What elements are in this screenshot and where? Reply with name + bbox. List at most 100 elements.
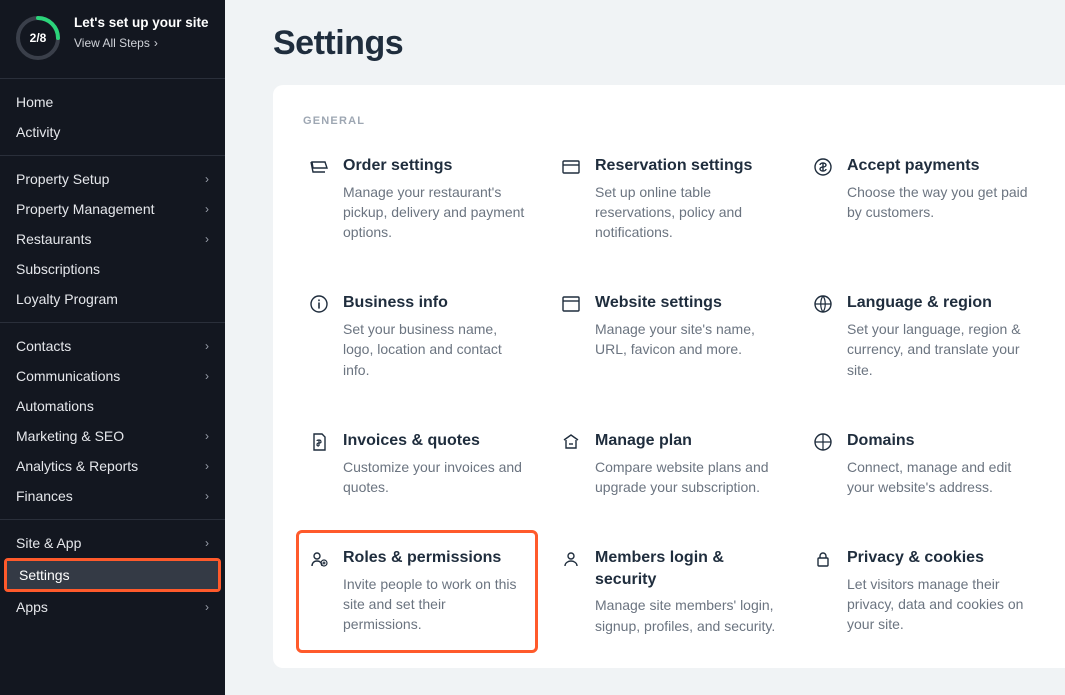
chevron-right-icon: › [205, 489, 209, 503]
tile-members[interactable]: Members login & security Manage site mem… [555, 539, 783, 644]
sidebar-item-label: Property Management [16, 201, 155, 217]
sidebar-item-marketing-seo[interactable]: Marketing & SEO › [0, 421, 225, 451]
tile-invoices[interactable]: Invoices & quotes Customize your invoice… [303, 422, 531, 505]
chevron-right-icon: › [205, 202, 209, 216]
plan-icon [561, 432, 581, 452]
main-content: Settings GENERAL Order settings Manage y… [225, 0, 1065, 695]
members-icon [561, 549, 581, 569]
sidebar-item-automations[interactable]: Automations [0, 391, 225, 421]
settings-card: GENERAL Order settings Manage your resta… [273, 85, 1065, 668]
tile-desc: Invite people to work on this site and s… [343, 574, 525, 635]
sidebar-item-label: Activity [16, 124, 60, 140]
chevron-right-icon: › [154, 36, 158, 50]
sidebar-item-communications[interactable]: Communications › [0, 361, 225, 391]
sidebar-item-property-setup[interactable]: Property Setup › [0, 164, 225, 194]
section-label: GENERAL [303, 115, 1035, 127]
settings-highlight: Settings [4, 558, 221, 592]
privacy-icon [813, 549, 833, 569]
sidebar-item-label: Site & App [16, 535, 81, 551]
language-icon [813, 294, 833, 314]
tile-info[interactable]: Business info Set your business name, lo… [303, 284, 531, 387]
tile-roles[interactable]: Roles & permissions Invite people to wor… [296, 530, 538, 653]
tile-privacy[interactable]: Privacy & cookies Let visitors manage th… [807, 539, 1035, 644]
sidebar-item-loyalty-program[interactable]: Loyalty Program [0, 284, 225, 314]
sidebar-divider [0, 155, 225, 156]
tile-order[interactable]: Order settings Manage your restaurant's … [303, 147, 531, 250]
sidebar-item-label: Home [16, 94, 53, 110]
order-icon [309, 157, 329, 177]
sidebar-item-restaurants[interactable]: Restaurants › [0, 224, 225, 254]
tile-plan[interactable]: Manage plan Compare website plans and up… [555, 422, 783, 505]
reservation-icon [561, 157, 581, 177]
sidebar-item-label: Subscriptions [16, 261, 100, 277]
sidebar-item-settings[interactable]: Settings [7, 561, 218, 589]
chevron-right-icon: › [205, 536, 209, 550]
tile-website[interactable]: Website settings Manage your site's name… [555, 284, 783, 387]
roles-icon [309, 549, 329, 569]
tile-desc: Manage site members' login, signup, prof… [595, 595, 777, 636]
view-all-steps-label: View All Steps [74, 36, 150, 50]
sidebar: 2/8 Let's set up your site View All Step… [0, 0, 225, 695]
chevron-right-icon: › [205, 232, 209, 246]
chevron-right-icon: › [205, 429, 209, 443]
sidebar-item-label: Finances [16, 488, 73, 504]
tile-title: Accept payments [847, 155, 1029, 177]
info-icon [309, 294, 329, 314]
tile-title: Privacy & cookies [847, 547, 1029, 569]
invoices-icon [309, 432, 329, 452]
sidebar-item-property-management[interactable]: Property Management › [0, 194, 225, 224]
sidebar-item-finances[interactable]: Finances › [0, 481, 225, 511]
sidebar-item-label: Settings [19, 567, 70, 583]
sidebar-item-site-app[interactable]: Site & App › [0, 528, 225, 558]
chevron-right-icon: › [205, 172, 209, 186]
domains-icon [813, 432, 833, 452]
tile-title: Language & region [847, 292, 1029, 314]
chevron-right-icon: › [205, 459, 209, 473]
tile-desc: Manage your restaurant's pickup, deliver… [343, 182, 525, 243]
sidebar-item-label: Analytics & Reports [16, 458, 138, 474]
tiles-grid: Order settings Manage your restaurant's … [303, 147, 1035, 644]
tile-reservation[interactable]: Reservation settings Set up online table… [555, 147, 783, 250]
sidebar-item-home[interactable]: Home [0, 87, 225, 117]
sidebar-item-contacts[interactable]: Contacts › [0, 331, 225, 361]
sidebar-item-analytics-reports[interactable]: Analytics & Reports › [0, 451, 225, 481]
tile-desc: Let visitors manage their privacy, data … [847, 574, 1029, 635]
tile-title: Invoices & quotes [343, 430, 525, 452]
sidebar-item-apps[interactable]: Apps › [0, 592, 225, 622]
tile-title: Manage plan [595, 430, 777, 452]
setup-title: Let's set up your site [74, 14, 211, 32]
tile-title: Reservation settings [595, 155, 777, 177]
sidebar-divider [0, 78, 225, 79]
sidebar-item-subscriptions[interactable]: Subscriptions [0, 254, 225, 284]
tile-title: Members login & security [595, 547, 777, 590]
sidebar-item-label: Communications [16, 368, 120, 384]
view-all-steps-link[interactable]: View All Steps › [74, 36, 211, 50]
chevron-right-icon: › [205, 369, 209, 383]
sidebar-item-label: Loyalty Program [16, 291, 118, 307]
tile-domains[interactable]: Domains Connect, manage and edit your we… [807, 422, 1035, 505]
tile-desc: Set your business name, logo, location a… [343, 319, 525, 380]
progress-label: 2/8 [14, 14, 62, 62]
tile-desc: Set up online table reservations, policy… [595, 182, 777, 243]
tile-payments[interactable]: Accept payments Choose the way you get p… [807, 147, 1035, 250]
payments-icon [813, 157, 833, 177]
website-icon [561, 294, 581, 314]
tile-desc: Compare website plans and upgrade your s… [595, 457, 777, 498]
tile-language[interactable]: Language & region Set your language, reg… [807, 284, 1035, 387]
sidebar-divider [0, 322, 225, 323]
tile-title: Order settings [343, 155, 525, 177]
progress-ring: 2/8 [14, 14, 62, 62]
chevron-right-icon: › [205, 339, 209, 353]
sidebar-item-label: Apps [16, 599, 48, 615]
sidebar-item-label: Marketing & SEO [16, 428, 124, 444]
setup-widget[interactable]: 2/8 Let's set up your site View All Step… [0, 0, 225, 70]
sidebar-divider [0, 519, 225, 520]
sidebar-item-label: Restaurants [16, 231, 91, 247]
sidebar-item-label: Property Setup [16, 171, 109, 187]
tile-title: Roles & permissions [343, 547, 525, 569]
tile-desc: Set your language, region & currency, an… [847, 319, 1029, 380]
tile-desc: Choose the way you get paid by customers… [847, 182, 1029, 223]
tile-title: Website settings [595, 292, 777, 314]
sidebar-item-activity[interactable]: Activity [0, 117, 225, 147]
sidebar-item-label: Contacts [16, 338, 71, 354]
